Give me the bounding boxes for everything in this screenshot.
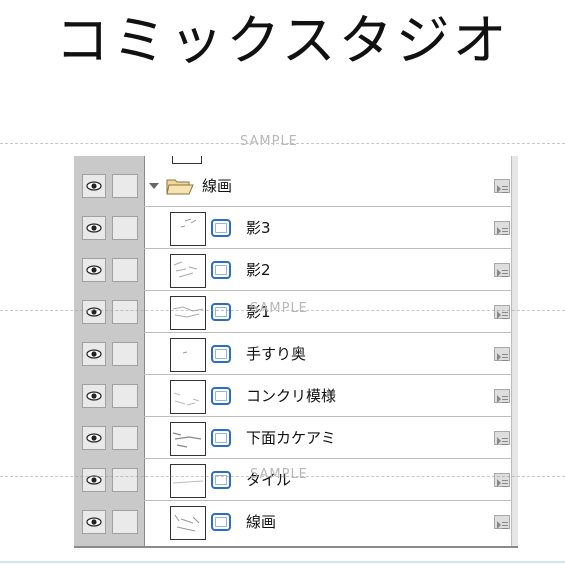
bottom-border bbox=[0, 561, 565, 563]
lock-toggle[interactable] bbox=[112, 300, 138, 324]
eye-icon bbox=[86, 265, 102, 275]
raster-layer-icon bbox=[211, 513, 231, 531]
lock-toggle[interactable] bbox=[112, 342, 138, 366]
layer-name: 影3 bbox=[246, 219, 271, 237]
visibility-toggle[interactable] bbox=[82, 174, 106, 198]
visibility-toggle[interactable] bbox=[82, 300, 106, 324]
visibility-toggle[interactable] bbox=[82, 510, 106, 534]
layer-properties-icon[interactable] bbox=[494, 179, 510, 193]
eye-icon bbox=[86, 307, 102, 317]
layer-name: コンクリ模様 bbox=[246, 387, 337, 405]
scrollbar[interactable] bbox=[511, 156, 518, 548]
watermark-text: SAMPLE bbox=[250, 467, 308, 482]
lock-toggle[interactable] bbox=[112, 510, 138, 534]
lock-toggle[interactable] bbox=[112, 468, 138, 492]
panel-bottom-border bbox=[74, 546, 518, 548]
layer-thumbnail bbox=[170, 212, 206, 246]
watermark-text: SAMPLE bbox=[240, 134, 298, 149]
eye-icon bbox=[86, 349, 102, 359]
layer-row[interactable]: 影2 bbox=[74, 249, 512, 291]
layer-thumbnail bbox=[170, 296, 206, 330]
visibility-toggle[interactable] bbox=[82, 468, 106, 492]
layer-thumbnail bbox=[170, 254, 206, 288]
visibility-toggle[interactable] bbox=[82, 216, 106, 240]
raster-layer-icon bbox=[211, 471, 231, 489]
visibility-toggle[interactable] bbox=[82, 342, 106, 366]
layer-properties-icon[interactable] bbox=[494, 263, 510, 277]
layer-thumbnail bbox=[170, 464, 206, 498]
raster-layer-icon bbox=[211, 387, 231, 405]
layer-row[interactable]: コンクリ模様 bbox=[74, 375, 512, 417]
layer-properties-icon[interactable] bbox=[494, 515, 510, 529]
raster-layer-icon bbox=[211, 345, 231, 363]
layer-row[interactable]: 影3 bbox=[74, 207, 512, 249]
raster-layer-icon bbox=[211, 261, 231, 279]
lock-toggle[interactable] bbox=[112, 174, 138, 198]
layer-properties-icon[interactable] bbox=[494, 389, 510, 403]
layer-row[interactable]: 下面カケアミ bbox=[74, 417, 512, 459]
lock-toggle[interactable] bbox=[112, 384, 138, 408]
layer-name: 線画 bbox=[246, 513, 277, 531]
layer-properties-icon[interactable] bbox=[494, 347, 510, 361]
visibility-toggle[interactable] bbox=[82, 258, 106, 282]
eye-icon bbox=[86, 181, 102, 191]
raster-layer-icon bbox=[211, 219, 231, 237]
raster-layer-icon bbox=[211, 429, 231, 447]
layer-thumbnail-partial bbox=[172, 156, 202, 164]
layer-thumbnail bbox=[170, 380, 206, 414]
layer-properties-icon[interactable] bbox=[494, 431, 510, 445]
layer-properties-icon[interactable] bbox=[494, 305, 510, 319]
raster-layer-icon bbox=[211, 303, 231, 321]
chevron-down-icon[interactable] bbox=[148, 181, 160, 191]
layer-folder-row[interactable]: 線画 bbox=[74, 165, 512, 207]
visibility-toggle[interactable] bbox=[82, 384, 106, 408]
layer-thumbnail bbox=[170, 422, 206, 456]
visibility-toggle[interactable] bbox=[82, 426, 106, 450]
lock-toggle[interactable] bbox=[112, 258, 138, 282]
lock-toggle[interactable] bbox=[112, 426, 138, 450]
layer-name: 影2 bbox=[246, 261, 271, 279]
layer-properties-icon[interactable] bbox=[494, 221, 510, 235]
layer-thumbnail bbox=[170, 338, 206, 372]
layer-row[interactable]: 手すり奥 bbox=[74, 333, 512, 375]
layer-name: 下面カケアミ bbox=[246, 429, 336, 447]
folder-open-icon bbox=[166, 179, 194, 195]
layer-name: 手すり奥 bbox=[246, 345, 307, 363]
layer-panel: 線画 影3 影2 影1 手すり奥 コンクリ模様 下面カケアミ タイル 線画 bbox=[74, 156, 518, 548]
eye-icon bbox=[86, 223, 102, 233]
lock-toggle[interactable] bbox=[112, 216, 138, 240]
layer-row[interactable]: 線画 bbox=[74, 501, 512, 543]
layer-thumbnail bbox=[170, 506, 206, 540]
watermark-text: SAMPLE bbox=[250, 301, 308, 316]
page-title: コミックスタジオ bbox=[55, 9, 510, 72]
eye-icon bbox=[86, 517, 102, 527]
eye-icon bbox=[86, 391, 102, 401]
eye-icon bbox=[86, 433, 102, 443]
folder-name: 線画 bbox=[202, 177, 233, 195]
